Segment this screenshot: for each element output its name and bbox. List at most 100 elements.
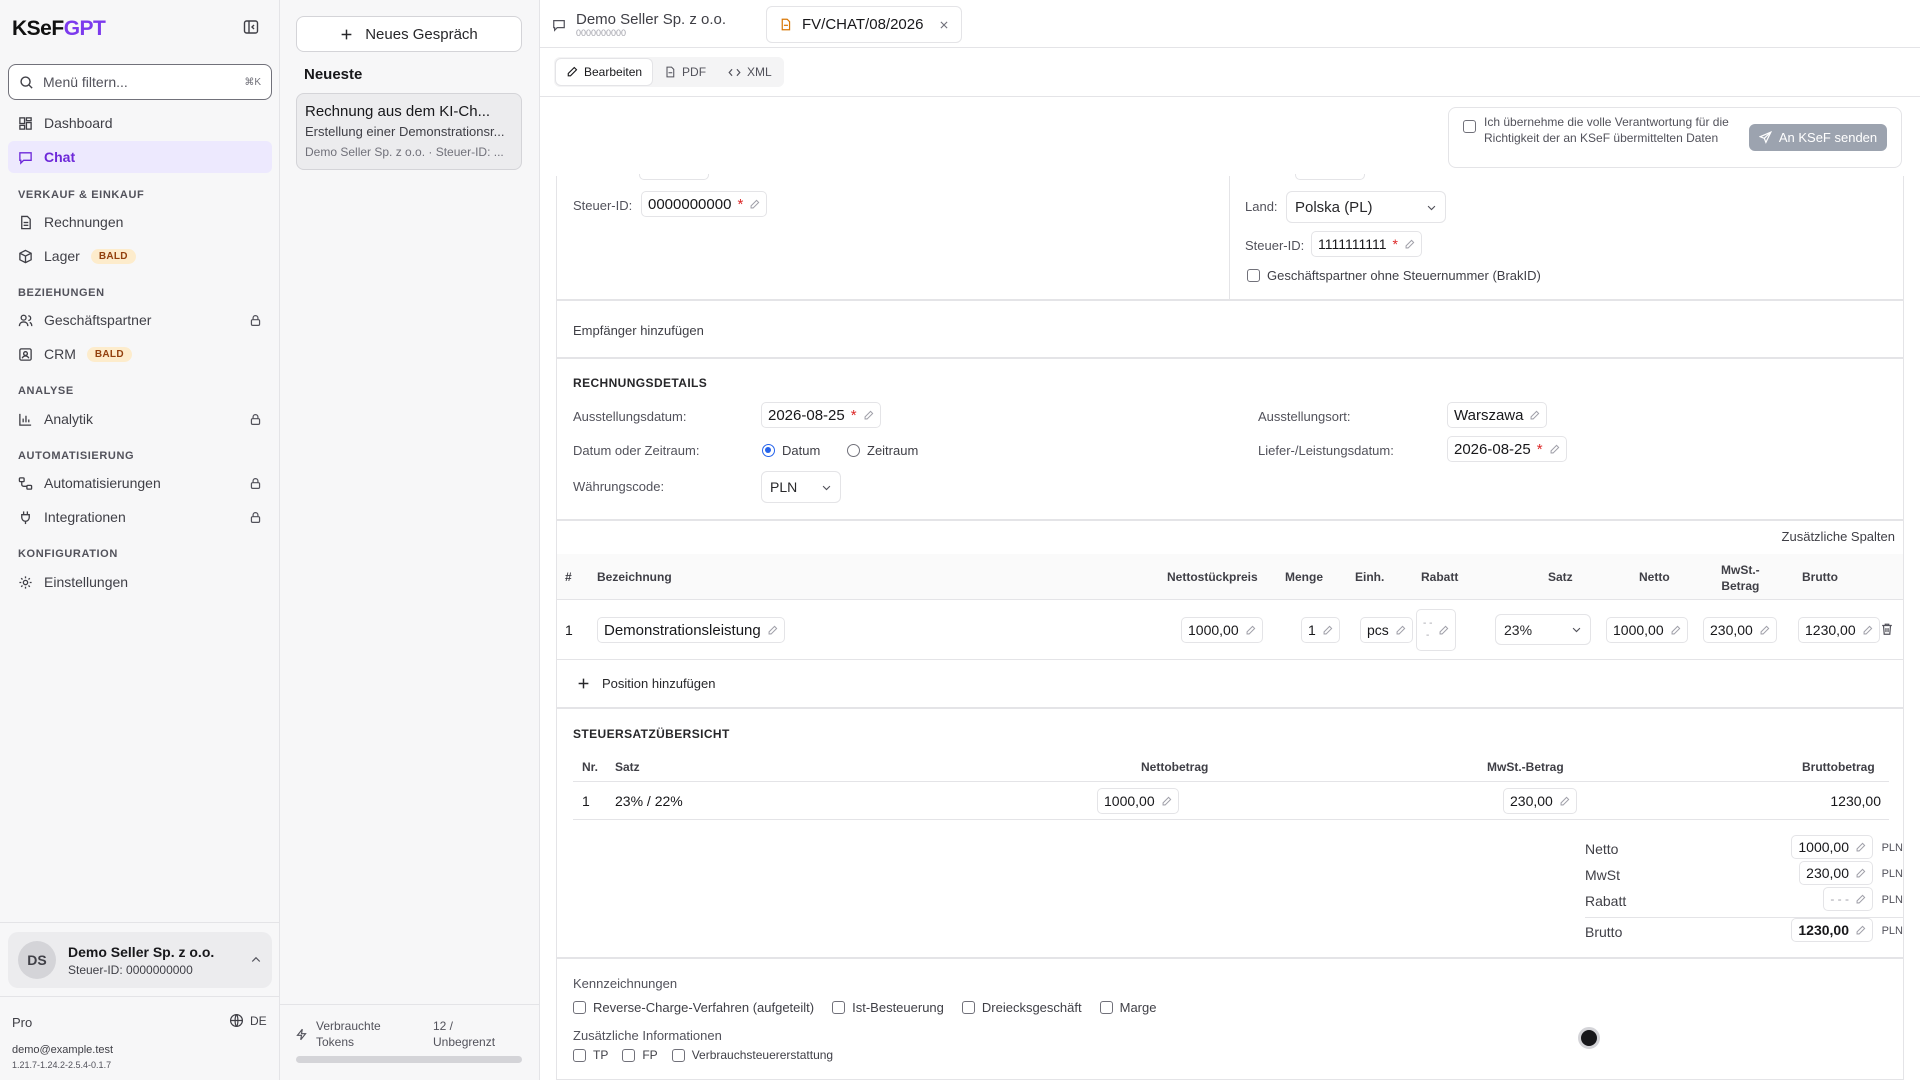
- sidebar-item-integrations[interactable]: Integrationen: [8, 501, 272, 533]
- total-gross-field[interactable]: 1230,00: [1791, 918, 1873, 942]
- total-vat-field[interactable]: 230,00: [1799, 861, 1873, 885]
- mode-xml[interactable]: XML: [718, 59, 782, 85]
- sidebar-item-analytics[interactable]: Analytik: [8, 403, 272, 435]
- checkbox[interactable]: [573, 1048, 586, 1062]
- code-icon: [728, 66, 741, 79]
- no-tax-id-checkbox[interactable]: [1247, 269, 1260, 282]
- checkbox[interactable]: [671, 1048, 685, 1062]
- field-value: 1230,00: [1798, 922, 1849, 938]
- tab-title: FV/CHAT/08/2026: [802, 16, 924, 33]
- seller-tax-field[interactable]: 0000000000 *: [641, 191, 768, 217]
- conversation-meta: Demo Seller Sp. z o.o. · Steuer-ID: ...: [305, 145, 504, 159]
- flag-margin[interactable]: Marge: [1099, 1000, 1156, 1015]
- tab-partner[interactable]: Demo Seller Sp. z o.o. 0000000000: [540, 6, 738, 43]
- field-value: 230,00: [1806, 865, 1849, 881]
- column-header: Satz: [615, 760, 640, 774]
- tokens-value: 12 /Unbegrenzt: [433, 1019, 496, 1049]
- collapse-sidebar-icon[interactable]: [243, 19, 259, 35]
- issue-date-field[interactable]: 2026-08-25 *: [761, 402, 881, 428]
- tax-summary-section: STEUERSATZÜBERSICHT Nr. Satz Nettobetrag…: [556, 708, 1904, 958]
- field-stub: [639, 174, 709, 180]
- language-switcher[interactable]: DE: [229, 1013, 267, 1028]
- add-position-label: Position hinzufügen: [602, 676, 716, 691]
- issue-date-label: Ausstellungsdatum:: [573, 409, 687, 424]
- unit-price-field[interactable]: 1000,00: [1181, 617, 1263, 643]
- mode-pdf[interactable]: PDF: [654, 59, 716, 85]
- tax-vat-field[interactable]: 230,00: [1503, 788, 1577, 814]
- account-switcher[interactable]: DS Demo Seller Sp. z o.o. Steuer-ID: 000…: [8, 932, 272, 988]
- send-to-ksef-button[interactable]: An KSeF senden: [1749, 124, 1887, 151]
- file-icon: [664, 66, 676, 78]
- net-field[interactable]: 1000,00: [1606, 617, 1688, 643]
- sidebar-item-label: CRM: [44, 346, 76, 362]
- sidebar-item-crm[interactable]: CRM BALD: [8, 338, 272, 370]
- unit-field[interactable]: pcs: [1360, 617, 1413, 643]
- period-radio[interactable]: [847, 444, 860, 457]
- flag-triangular[interactable]: Dreiecksgeschäft: [961, 1000, 1082, 1015]
- add-position-button[interactable]: Position hinzufügen: [577, 676, 715, 691]
- trash-icon[interactable]: [1880, 622, 1894, 636]
- place-field[interactable]: Warszawa: [1447, 402, 1548, 428]
- app-logo[interactable]: KSeFGPT: [12, 17, 106, 41]
- field-value: 1000,00: [1613, 622, 1664, 638]
- country-select[interactable]: Polska (PL): [1286, 191, 1446, 223]
- checkbox[interactable]: [832, 1001, 846, 1014]
- tax-net-field[interactable]: 1000,00: [1097, 788, 1179, 814]
- extra-columns-button[interactable]: Zusätzliche Spalten: [1782, 529, 1895, 544]
- mode-edit[interactable]: Bearbeiten: [556, 59, 653, 85]
- assistant-bubble[interactable]: [1578, 1027, 1600, 1049]
- total-discount-field[interactable]: - - -: [1823, 887, 1873, 911]
- tax-gross-value: 1230,00: [1830, 793, 1881, 809]
- close-icon[interactable]: [939, 20, 949, 30]
- total-label: Netto: [1585, 841, 1619, 857]
- date-radio[interactable]: [762, 444, 775, 457]
- flag-excise-refund[interactable]: Verbrauchsteuererstattung: [671, 1048, 833, 1062]
- flag-tp[interactable]: TP: [573, 1048, 608, 1062]
- total-net-field[interactable]: 1000,00: [1791, 835, 1873, 859]
- tab-invoice[interactable]: FV/CHAT/08/2026: [766, 6, 963, 43]
- currency-code: PLN: [1881, 868, 1903, 880]
- vat-amount-field[interactable]: 230,00: [1703, 617, 1777, 643]
- checkbox[interactable]: [961, 1001, 975, 1014]
- gross-field[interactable]: 1230,00: [1798, 617, 1880, 643]
- currency-code: PLN: [1881, 925, 1903, 937]
- item-name-field[interactable]: Demonstrationsleistung: [597, 617, 785, 643]
- period-option[interactable]: Zeitraum: [847, 443, 918, 458]
- checkbox[interactable]: [622, 1048, 636, 1062]
- sidebar-item-warehouse[interactable]: Lager BALD: [8, 240, 272, 272]
- quantity-field[interactable]: 1: [1301, 617, 1340, 643]
- flag-cash-accounting[interactable]: Ist-Besteuerung: [832, 1000, 944, 1015]
- date-option[interactable]: Datum: [762, 443, 820, 458]
- sidebar-item-dashboard[interactable]: Dashboard: [8, 107, 272, 139]
- option-label: FP: [642, 1048, 658, 1062]
- menu-filter-input[interactable]: Menü filtern... ⌘K: [8, 64, 272, 100]
- sidebar-item-chat[interactable]: Chat: [8, 141, 272, 173]
- currency-code: PLN: [1881, 842, 1903, 854]
- flag-fp[interactable]: FP: [622, 1048, 658, 1062]
- no-tax-id-option[interactable]: Geschäftspartner ohne Steuernummer (Brak…: [1247, 268, 1541, 283]
- checkbox[interactable]: [573, 1001, 586, 1014]
- sidebar-item-settings[interactable]: Einstellungen: [8, 566, 272, 598]
- send-button-label: An KSeF senden: [1778, 130, 1878, 145]
- document-icon: [18, 215, 33, 230]
- sidebar-item-invoices[interactable]: Rechnungen: [8, 206, 272, 238]
- tax-rate: 23% / 22%: [615, 793, 683, 809]
- sidebar: KSeFGPT Menü filtern... ⌘K Dashboard Cha…: [0, 0, 280, 1080]
- add-recipient-link[interactable]: Empfänger hinzufügen: [573, 323, 704, 338]
- delivery-date-field[interactable]: 2026-08-25 *: [1447, 436, 1567, 462]
- sidebar-item-partners[interactable]: Geschäftspartner: [8, 304, 272, 336]
- pencil-icon: [1529, 410, 1540, 421]
- parties-section: Steuer-ID: 0000000000 * Land: Polska (PL)…: [556, 174, 1904, 300]
- conversation-item[interactable]: Rechnung aus dem KI-Ch... Erstellung ein…: [296, 93, 522, 170]
- new-conversation-button[interactable]: Neues Gespräch: [296, 16, 522, 52]
- sidebar-item-automations[interactable]: Automatisierungen: [8, 467, 272, 499]
- currency-select[interactable]: PLN: [761, 471, 841, 503]
- buyer-tax-field[interactable]: 1111111111 *: [1311, 231, 1422, 257]
- sidebar-item-label: Analytik: [44, 411, 94, 427]
- divider: [280, 1004, 540, 1005]
- flag-reverse-charge[interactable]: Reverse-Charge-Verfahren (aufgeteilt): [573, 1000, 814, 1015]
- checkbox[interactable]: [1099, 1001, 1113, 1014]
- vat-rate-select[interactable]: 23%: [1495, 614, 1591, 645]
- discount-field[interactable]: - - -: [1416, 609, 1457, 651]
- consent-checkbox[interactable]: [1463, 120, 1476, 133]
